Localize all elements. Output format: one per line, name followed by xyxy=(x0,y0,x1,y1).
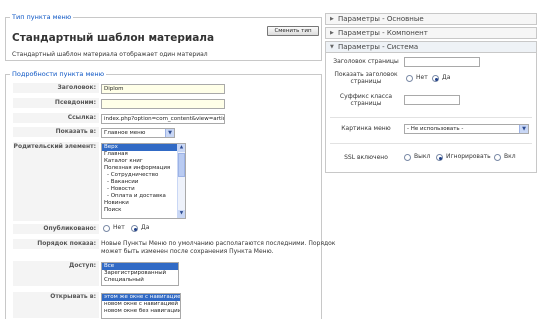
list-item[interactable]: новом окне с навигацией xyxy=(102,301,180,308)
link-input[interactable]: index.php?option=com_content&view=articl… xyxy=(101,114,225,124)
ssl-label: SSL включено xyxy=(344,154,388,161)
scroll-down-icon[interactable]: ▼ xyxy=(178,210,185,218)
list-item[interactable]: - Сотрудничество xyxy=(102,172,185,179)
list-item[interactable]: Новинки xyxy=(102,200,185,207)
scroll-thumb[interactable] xyxy=(178,153,185,177)
list-item[interactable]: Специальный xyxy=(102,277,178,284)
menu-type-legend: Тип пункта меню xyxy=(10,13,74,21)
list-item[interactable]: Поиск xyxy=(102,207,185,214)
divider xyxy=(330,117,532,118)
page-title-label: Заголовок страницы xyxy=(333,58,399,65)
class-suffix-input[interactable] xyxy=(404,95,460,105)
list-item[interactable]: - Оплата и доставка xyxy=(102,193,185,200)
panel-basic-title: Параметры - Основные xyxy=(338,15,424,23)
title-label: Заголовок: xyxy=(13,83,99,94)
menu-image-label: Картинка меню xyxy=(341,125,391,132)
chevron-down-icon[interactable]: ▼ xyxy=(165,129,174,137)
show-in-select[interactable]: Главное меню ▼ xyxy=(101,128,175,138)
order-text-line-1: Новые Пункты Меню по умолчанию располага… xyxy=(101,240,336,247)
show-header-yes-radio[interactable] xyxy=(432,75,439,82)
ssl-ignore-radio[interactable] xyxy=(436,154,443,161)
published-yes-text: Да xyxy=(141,224,150,231)
list-item[interactable]: - Новости xyxy=(102,186,185,193)
class-suffix-label-2: страницы xyxy=(350,100,382,107)
scroll-up-icon[interactable]: ▲ xyxy=(178,144,185,152)
class-suffix-label-1: Суффикс класса xyxy=(339,93,393,100)
list-item[interactable]: новом окне без навигации xyxy=(102,308,180,315)
chevron-down-icon[interactable]: ▼ xyxy=(519,125,528,133)
link-label: Ссылка: xyxy=(13,113,99,124)
order-text-line-2: может быть изменен после сохранения Пунк… xyxy=(101,248,274,255)
ssl-off-text: Выкл xyxy=(414,153,431,160)
access-label: Доступ: xyxy=(13,261,99,287)
panel-component-header[interactable]: ▶ Параметры - Компонент xyxy=(325,27,537,39)
show-header-no-text: Нет xyxy=(416,74,428,81)
published-no-text: Нет xyxy=(113,224,125,231)
title-input[interactable]: Diplom xyxy=(101,84,225,94)
menu-image-value: - Не использовать - xyxy=(407,126,464,132)
list-item[interactable]: Все xyxy=(102,263,178,270)
divider xyxy=(330,143,532,144)
parent-scrollbar[interactable]: ▲ ▼ xyxy=(177,144,185,218)
list-item[interactable]: Зарегистрированный xyxy=(102,270,178,277)
show-in-value: Главное меню xyxy=(104,130,146,136)
open-in-listbox[interactable]: этом же окне с навигацией новом окне с н… xyxy=(101,293,181,319)
ssl-on-text: Вкл xyxy=(504,153,516,160)
details-legend: Подробности пункта меню xyxy=(10,70,107,78)
alias-label: Псевдоним: xyxy=(13,98,99,109)
list-item[interactable]: - Вакансии xyxy=(102,179,185,186)
open-in-label: Открывать в: xyxy=(13,292,99,319)
ssl-on-radio[interactable] xyxy=(494,154,501,161)
alias-input[interactable] xyxy=(101,99,225,109)
parent-listbox[interactable]: Верх Главная Каталог книг Полезная инфор… xyxy=(101,143,186,219)
page-title-input[interactable] xyxy=(404,57,480,67)
panel-system-header[interactable]: ▼ Параметры - Система xyxy=(325,41,537,53)
list-item[interactable]: Каталог книг xyxy=(102,158,185,165)
triangle-down-icon: ▼ xyxy=(330,44,334,50)
menu-type-description: Стандартный шаблон материала отображает … xyxy=(12,51,208,58)
change-type-button[interactable]: Сменить тип xyxy=(267,26,319,36)
panel-component-title: Параметры - Компонент xyxy=(338,29,428,37)
show-header-no-radio[interactable] xyxy=(406,75,413,82)
ssl-ignore-text: Игнорировать xyxy=(446,153,491,160)
show-header-label-1: Показать заголовок xyxy=(334,71,398,78)
list-item[interactable]: этом же окне с навигацией xyxy=(102,294,180,301)
published-yes-radio[interactable] xyxy=(131,225,138,232)
panel-basic-header[interactable]: ▶ Параметры - Основные xyxy=(325,13,537,25)
menu-type-title: Стандартный шаблон материала xyxy=(12,32,215,44)
ssl-off-radio[interactable] xyxy=(404,154,411,161)
show-header-yes-text: Да xyxy=(442,74,451,81)
triangle-right-icon: ▶ xyxy=(330,16,334,22)
triangle-right-icon: ▶ xyxy=(330,30,334,36)
menu-image-select[interactable]: - Не использовать - ▼ xyxy=(404,124,529,134)
list-item[interactable]: Верх xyxy=(102,144,185,151)
panel-system-title: Параметры - Система xyxy=(338,43,419,51)
list-item[interactable]: Главная xyxy=(102,151,185,158)
show-in-label: Показать в: xyxy=(13,127,99,138)
published-no-radio[interactable] xyxy=(103,225,110,232)
published-label: Опубликовано: xyxy=(13,224,99,235)
access-listbox[interactable]: Все Зарегистрированный Специальный xyxy=(101,262,179,286)
list-item[interactable]: Полезная информация xyxy=(102,165,185,172)
parent-label: Родительский элемент: xyxy=(13,142,99,222)
order-label: Порядок показа: xyxy=(13,239,99,250)
show-header-label-2: страницы xyxy=(350,78,382,85)
